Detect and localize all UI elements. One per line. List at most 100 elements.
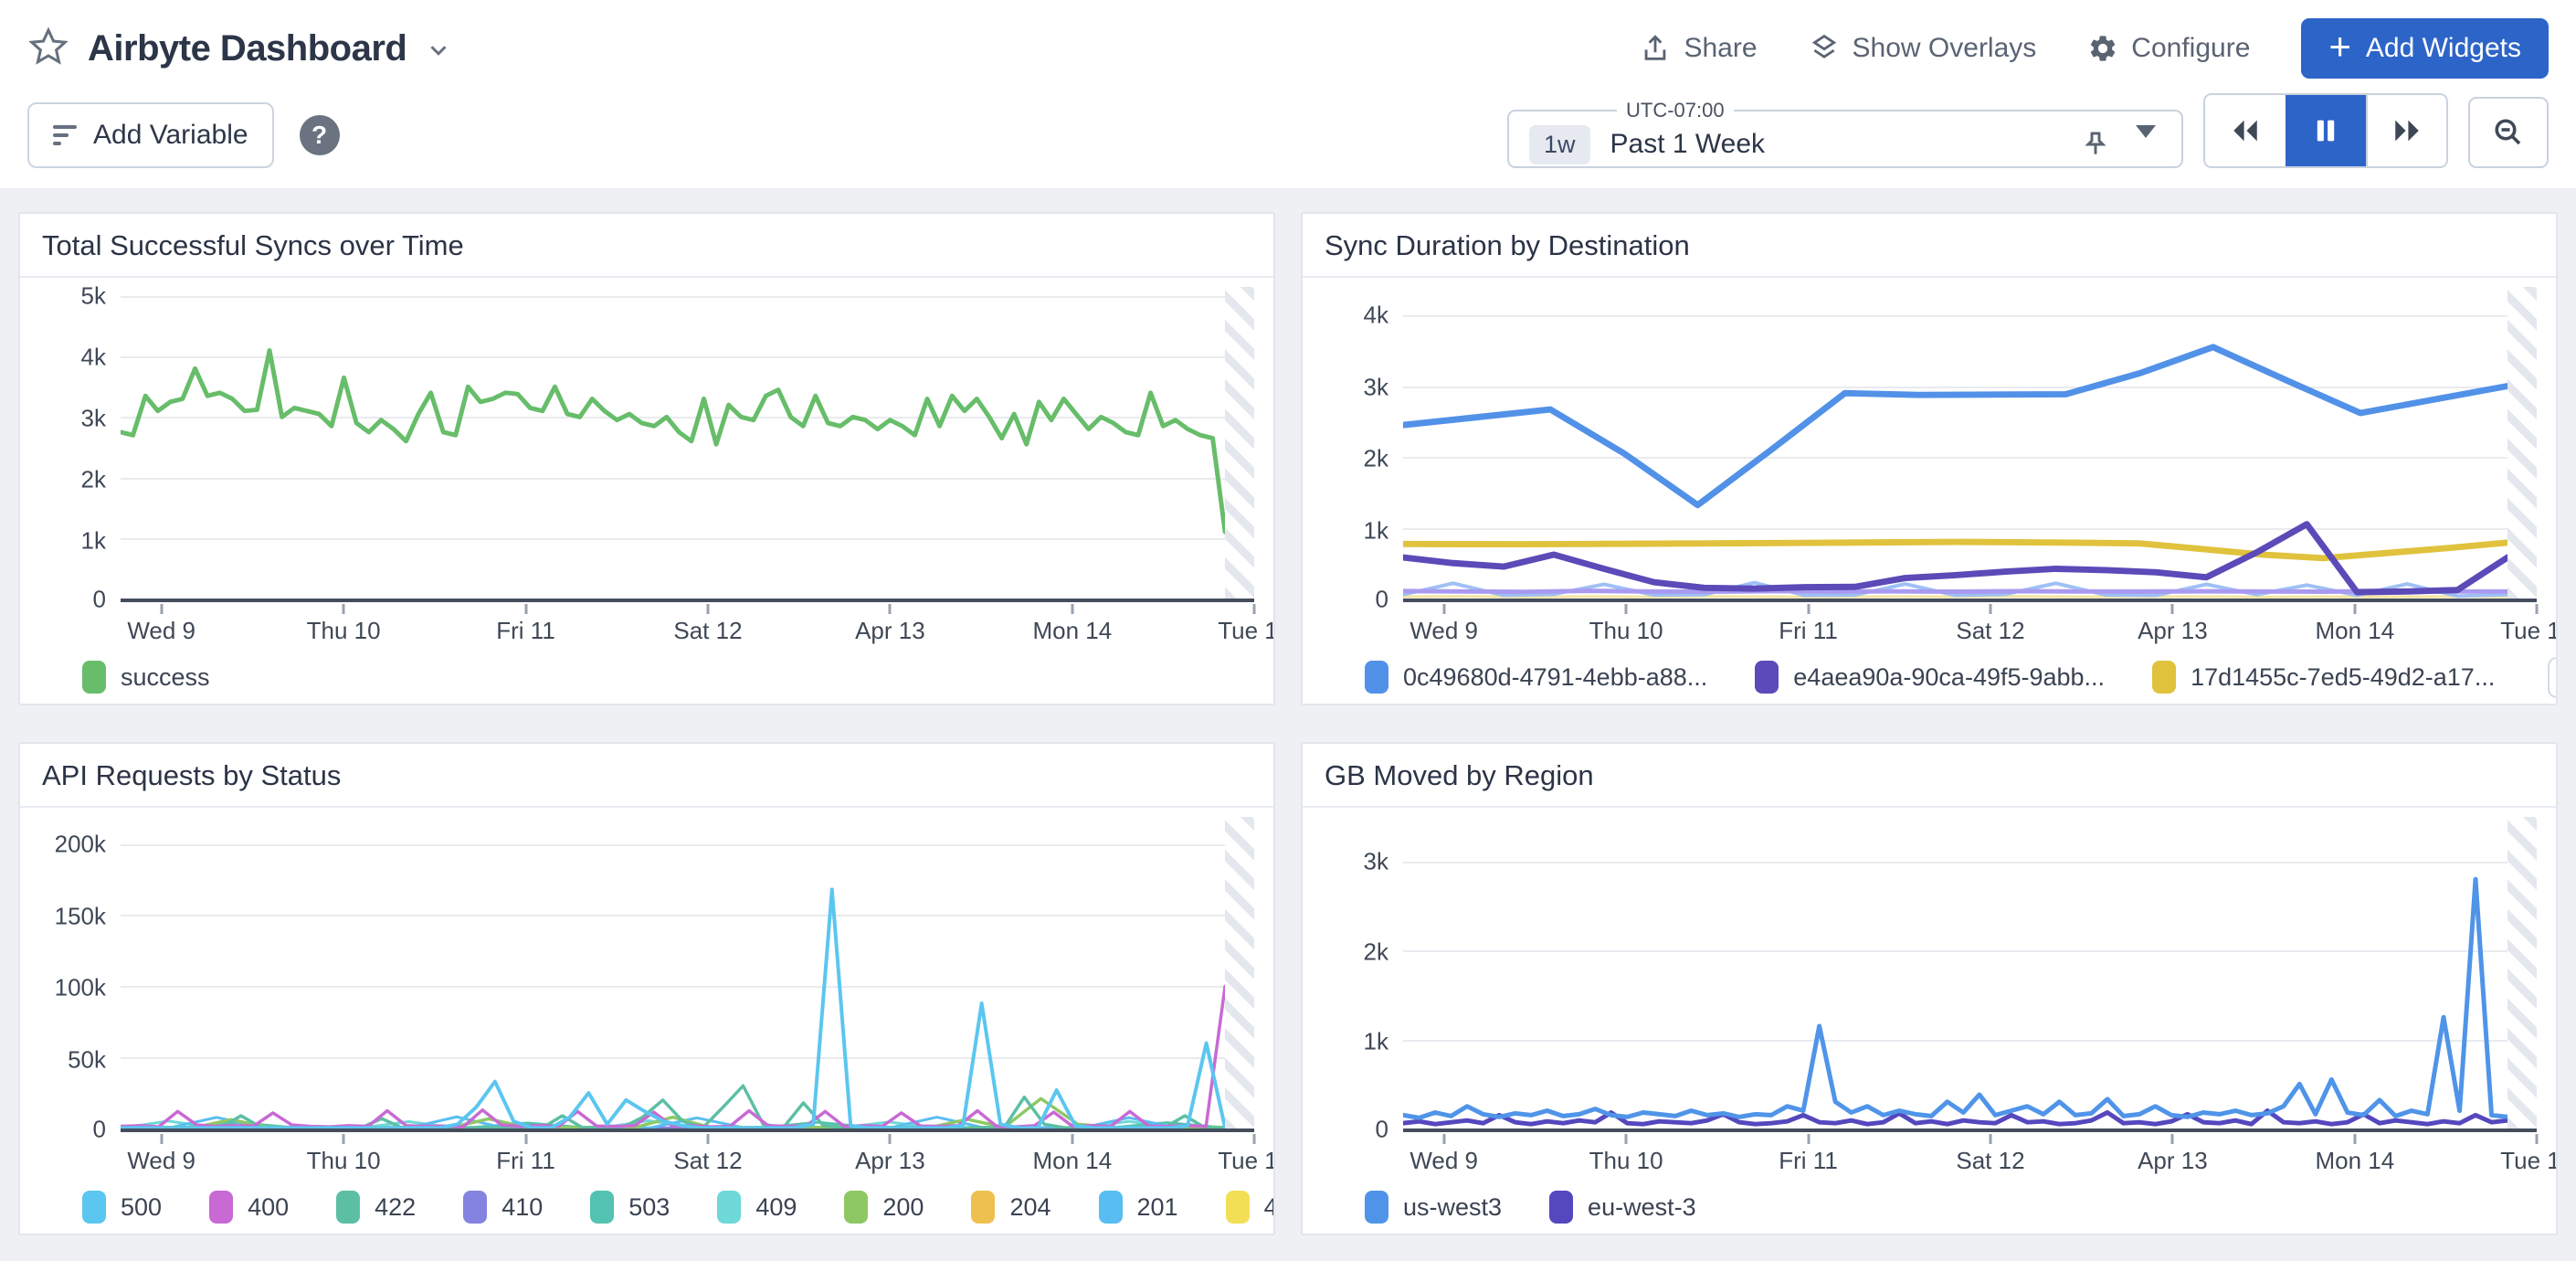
plot-area[interactable] (1403, 817, 2537, 1132)
x-axis: Wed 9Thu 10Fri 11Sat 12Apr 13Mon 14Tue 1… (121, 602, 1254, 646)
legend-item[interactable]: 201 (1099, 1191, 1178, 1224)
legend-label: success (121, 663, 210, 692)
legend-item[interactable]: 200 (844, 1191, 924, 1224)
help-icon[interactable]: ? (300, 115, 340, 155)
favorite-star-icon[interactable] (27, 26, 69, 72)
legend-label: 410 (501, 1193, 543, 1222)
legend-label: 200 (882, 1193, 924, 1222)
legend-item[interactable]: 503 (590, 1191, 670, 1224)
time-range-label: Past 1 Week (1610, 129, 1766, 160)
series-us-west3 (1403, 879, 2507, 1118)
x-axis-tick (1807, 1134, 1810, 1144)
legend-swatch (971, 1191, 995, 1224)
legend-item[interactable]: 500 (82, 1191, 162, 1224)
chart-canvas (1403, 817, 2537, 1129)
y-axis-label: 150k (55, 902, 106, 930)
header-actions: Share Show Overlays Configure + Add Widg… (1640, 18, 2549, 79)
incomplete-data-hatch (1225, 817, 1254, 1129)
x-axis: Wed 9Thu 10Fri 11Sat 12Apr 13Mon 14Tue 1… (121, 1132, 1254, 1176)
legend-swatch (82, 661, 106, 694)
widget-title[interactable]: Sync Duration by Destination (1303, 214, 2556, 278)
chart-legend: 0c49680d-4791-4ebb-a88... e4aea90a-90ca-4… (1303, 646, 2537, 701)
legend-item[interactable]: 422 (336, 1191, 416, 1224)
chart-api-requests: 050k100k150k200k Wed 9Thu 10Fri 11Sat 12… (20, 808, 1273, 1231)
x-axis-tick (889, 1134, 892, 1144)
time-controls: UTC-07:00 1w Past 1 Week (1507, 93, 2549, 168)
plot-area[interactable] (121, 287, 1254, 602)
legend-swatch (82, 1191, 106, 1224)
y-axis-label: 1k (1364, 516, 1388, 545)
title-chevron-down-icon[interactable] (425, 29, 452, 69)
legend-item[interactable]: 410 (463, 1191, 543, 1224)
x-axis-label: Thu 10 (1589, 1147, 1663, 1175)
x-axis-tick (2171, 1134, 2174, 1144)
y-axis-label: 4k (81, 344, 106, 372)
legend-item[interactable]: e4aea90a-90ca-49f5-9abb... (1755, 661, 2105, 694)
x-axis-tick (343, 604, 345, 614)
legend-label: 204 (1009, 1193, 1050, 1222)
legend-swatch (844, 1191, 868, 1224)
x-axis-tick (2536, 604, 2539, 614)
legend-item[interactable]: us-west3 (1365, 1191, 1502, 1224)
x-axis-tick (2171, 604, 2174, 614)
time-range-dropdown-button[interactable] (2130, 132, 2161, 157)
legend-item[interactable]: 409 (717, 1191, 797, 1224)
share-button[interactable]: Share (1640, 33, 1757, 64)
x-axis-label: Wed 9 (127, 617, 195, 645)
x-axis-label: Wed 9 (1409, 1147, 1478, 1175)
chart-legend: us-west3 eu-west-3 (1303, 1176, 2537, 1231)
legend-item[interactable]: 400 (209, 1191, 289, 1224)
zoom-out-button[interactable] (2468, 97, 2549, 168)
incomplete-data-hatch (2507, 287, 2537, 599)
time-range-chip[interactable]: 1w (1529, 125, 1590, 164)
add-widgets-button[interactable]: + Add Widgets (2301, 18, 2549, 79)
legend-item[interactable]: success (82, 661, 210, 694)
x-axis-tick (1989, 604, 1991, 614)
show-overlays-button[interactable]: Show Overlays (1809, 33, 2037, 64)
add-variable-button[interactable]: Add Variable (27, 102, 274, 168)
series-extra-lavender (1403, 591, 2507, 592)
y-axis-label: 200k (55, 830, 106, 858)
series-0c49680d-4791-4ebb-a88... (1403, 347, 2507, 505)
title-group: Airbyte Dashboard (27, 26, 452, 72)
chart-legend: success (20, 646, 1254, 701)
legend-more-badge[interactable]: +6 (2548, 657, 2558, 698)
x-axis: Wed 9Thu 10Fri 11Sat 12Apr 13Mon 14Tue 1… (1403, 602, 2537, 646)
x-axis-tick (1071, 1134, 1073, 1144)
legend-label: 0c49680d-4791-4ebb-a88... (1403, 663, 1707, 692)
x-axis-tick (1625, 1134, 1628, 1144)
time-range-picker[interactable]: UTC-07:00 1w Past 1 Week (1507, 99, 2183, 168)
legend-swatch (463, 1191, 487, 1224)
legend-swatch (1099, 1191, 1123, 1224)
y-axis-label: 3k (1364, 848, 1388, 876)
step-backward-button[interactable] (2205, 95, 2286, 166)
x-axis-label: Fri 11 (496, 1147, 555, 1175)
legend-label: 500 (121, 1193, 162, 1222)
y-axis-label: 0 (1376, 1115, 1388, 1143)
legend-swatch (209, 1191, 233, 1224)
step-forward-button[interactable] (2366, 95, 2446, 166)
pause-button[interactable] (2286, 95, 2366, 166)
widget-title[interactable]: Total Successful Syncs over Time (20, 214, 1273, 278)
legend-item[interactable]: 0c49680d-4791-4ebb-a88... (1365, 661, 1707, 694)
configure-label: Configure (2131, 33, 2250, 64)
legend-item[interactable]: 204 (971, 1191, 1050, 1224)
legend-item[interactable]: 17d1455c-7ed5-49d2-a17... (2152, 661, 2495, 694)
chart-canvas (1403, 287, 2537, 599)
configure-button[interactable]: Configure (2087, 33, 2250, 64)
x-axis-label: Sat 12 (673, 1147, 742, 1175)
widget-title[interactable]: API Requests by Status (20, 744, 1273, 808)
y-axis: 01k2k3k (1303, 817, 1403, 1132)
legend-item[interactable]: 403 (1226, 1191, 1275, 1224)
gear-icon (2087, 33, 2118, 64)
pin-time-button[interactable] (2081, 130, 2110, 159)
legend-swatch (1365, 661, 1388, 694)
y-axis-label: 50k (68, 1046, 106, 1075)
plot-area[interactable] (121, 817, 1254, 1132)
series-500 (121, 889, 1225, 1128)
plot-area[interactable] (1403, 287, 2537, 602)
x-axis-label: Tue 15 (1218, 1147, 1275, 1175)
x-axis-tick (524, 1134, 527, 1144)
widget-title[interactable]: GB Moved by Region (1303, 744, 2556, 808)
legend-item[interactable]: eu-west-3 (1549, 1191, 1696, 1224)
